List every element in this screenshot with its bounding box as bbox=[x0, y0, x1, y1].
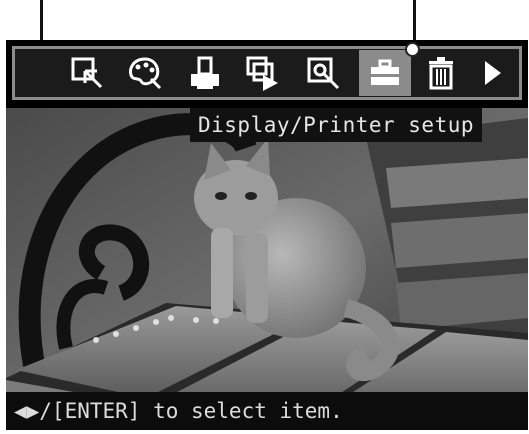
search-icon[interactable] bbox=[299, 51, 347, 95]
menu-item-tooltip: Display/Printer setup bbox=[190, 108, 483, 142]
lcd-screen: Display/Printer setup ◀▶/[ENTER] to sele… bbox=[6, 40, 528, 430]
cat-on-bench-photo bbox=[6, 108, 528, 416]
callout-line-right bbox=[413, 0, 416, 44]
callout-dot bbox=[405, 42, 420, 57]
slideshow-icon[interactable] bbox=[239, 51, 287, 95]
status-bar: ◀▶/[ENTER] to select item. bbox=[6, 392, 528, 430]
print-icon[interactable] bbox=[181, 51, 229, 95]
status-hint-text: ◀▶/[ENTER] to select item. bbox=[14, 399, 343, 423]
toolbox-icon[interactable] bbox=[359, 50, 411, 96]
trash-icon[interactable] bbox=[417, 51, 465, 95]
palette-edit-icon[interactable] bbox=[121, 51, 169, 95]
right-arrow-icon[interactable] bbox=[475, 51, 511, 95]
icon-menu-bar bbox=[12, 46, 522, 100]
select-image-icon[interactable] bbox=[63, 51, 111, 95]
